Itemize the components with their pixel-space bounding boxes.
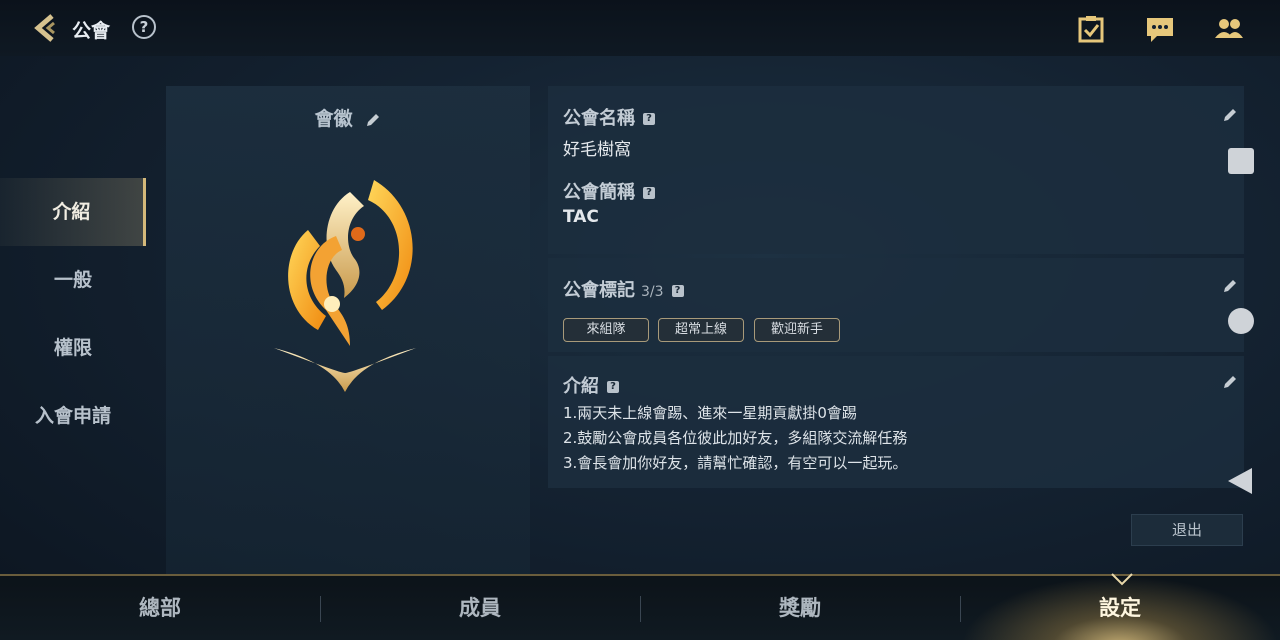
edit-pencil-icon[interactable] — [365, 112, 381, 128]
edit-pencil-icon[interactable] — [1222, 374, 1238, 390]
emblem-label: 會徽 — [314, 108, 353, 130]
guild-short-title: 公會簡稱 — [563, 182, 635, 203]
guild-tag[interactable]: 來組隊 — [563, 318, 649, 342]
tab-headquarters[interactable]: 總部 — [0, 576, 320, 640]
guild-name-title-row: 公會名稱? — [563, 104, 655, 130]
back-triangle-icon[interactable] — [1226, 466, 1254, 496]
recent-apps-button[interactable] — [1228, 148, 1254, 174]
sidebar: 介紹 一般 權限 入會申請 — [0, 178, 146, 450]
edit-pencil-icon[interactable] — [1222, 107, 1238, 123]
guild-emblem[interactable] — [270, 178, 430, 393]
bottom-tab-bar: 總部 成員 獎勵 設定 — [0, 573, 1280, 640]
top-bar: 公會 ? — [0, 0, 1280, 56]
friends-icon[interactable] — [1214, 14, 1244, 44]
edit-pencil-icon[interactable] — [1222, 278, 1238, 294]
help-icon[interactable]: ? — [671, 285, 684, 297]
checklist-icon[interactable] — [1076, 14, 1106, 44]
home-button[interactable] — [1228, 308, 1254, 334]
sidebar-item-general[interactable]: 一般 — [0, 246, 146, 314]
help-icon[interactable]: ? — [643, 113, 655, 125]
intro-line: 1.兩天未上線會踢、進來一星期貢獻掛0會踢 — [563, 404, 857, 422]
sidebar-item-applications[interactable]: 入會申請 — [0, 382, 146, 450]
help-icon[interactable]: ? — [132, 15, 156, 39]
guild-tag[interactable]: 歡迎新手 — [754, 318, 840, 342]
intro-line: 3.會長會加你好友，請幫忙確認，有空可以一起玩。 — [563, 454, 908, 472]
guild-tag[interactable]: 超常上線 — [658, 318, 744, 342]
exit-button[interactable]: 退出 — [1131, 514, 1243, 546]
sidebar-item-intro[interactable]: 介紹 — [0, 178, 146, 246]
guild-name-title: 公會名稱 — [563, 108, 635, 129]
emblem-panel: 會徽 — [166, 86, 530, 574]
help-icon[interactable]: ? — [607, 381, 619, 393]
sidebar-item-permissions[interactable]: 權限 — [0, 314, 146, 382]
back-chevron-icon[interactable] — [30, 12, 62, 44]
guild-tags-card — [548, 258, 1244, 352]
guild-short-value: TAC — [563, 207, 599, 227]
intro-line: 2.鼓勵公會成員各位彼此加好友，多組隊交流解任務 — [563, 429, 908, 447]
tab-settings[interactable]: 設定 — [960, 576, 1280, 640]
guild-short-title-row: 公會簡稱? — [563, 178, 655, 204]
guild-tags-title-row: 公會標記 3/3? — [563, 276, 684, 302]
intro-title-row: 介紹? — [563, 372, 619, 398]
chat-icon[interactable] — [1145, 14, 1175, 44]
guild-tags-title: 公會標記 — [563, 280, 635, 301]
help-icon[interactable]: ? — [643, 187, 655, 199]
guild-name-value: 好毛樹窩 — [563, 140, 631, 160]
intro-title: 介紹 — [563, 376, 599, 397]
tab-members[interactable]: 成員 — [320, 576, 640, 640]
tags-count: 3/3 — [641, 284, 664, 300]
emblem-label-row: 會徽 — [166, 104, 530, 131]
page-title: 公會 — [72, 20, 111, 42]
tab-rewards[interactable]: 獎勵 — [640, 576, 960, 640]
